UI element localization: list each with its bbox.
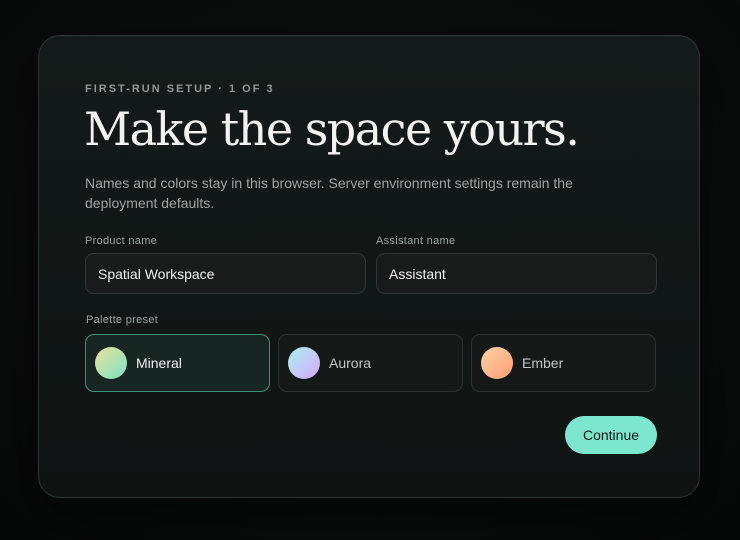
palette-option-label: Ember [522,355,564,371]
page-title: Make the space yours. [84,102,580,156]
assistant-name-label: Assistant name [376,235,456,247]
palette-option-aurora[interactable]: Aurora [278,334,463,392]
ember-swatch-icon [481,347,513,379]
continue-button[interactable]: Continue [565,416,657,454]
palette-preset-label: Palette preset [86,314,159,326]
palette-option-label: Aurora [329,355,372,371]
page-subtitle: Names and colors stay in this browser. S… [85,175,573,211]
palette-option-mineral[interactable]: Mineral [85,334,270,392]
product-name-input[interactable] [85,253,366,294]
aurora-swatch-icon [288,347,320,379]
product-name-label: Product name [85,235,158,247]
palette-option-ember[interactable]: Ember [471,334,656,392]
setup-card: FIRST-RUN SETUP · 1 OF 3 Make the space … [38,35,700,498]
step-indicator: FIRST-RUN SETUP · 1 OF 3 [85,83,275,95]
palette-option-label: Mineral [136,355,182,371]
assistant-name-input[interactable] [376,253,657,294]
mineral-swatch-icon [95,347,127,379]
